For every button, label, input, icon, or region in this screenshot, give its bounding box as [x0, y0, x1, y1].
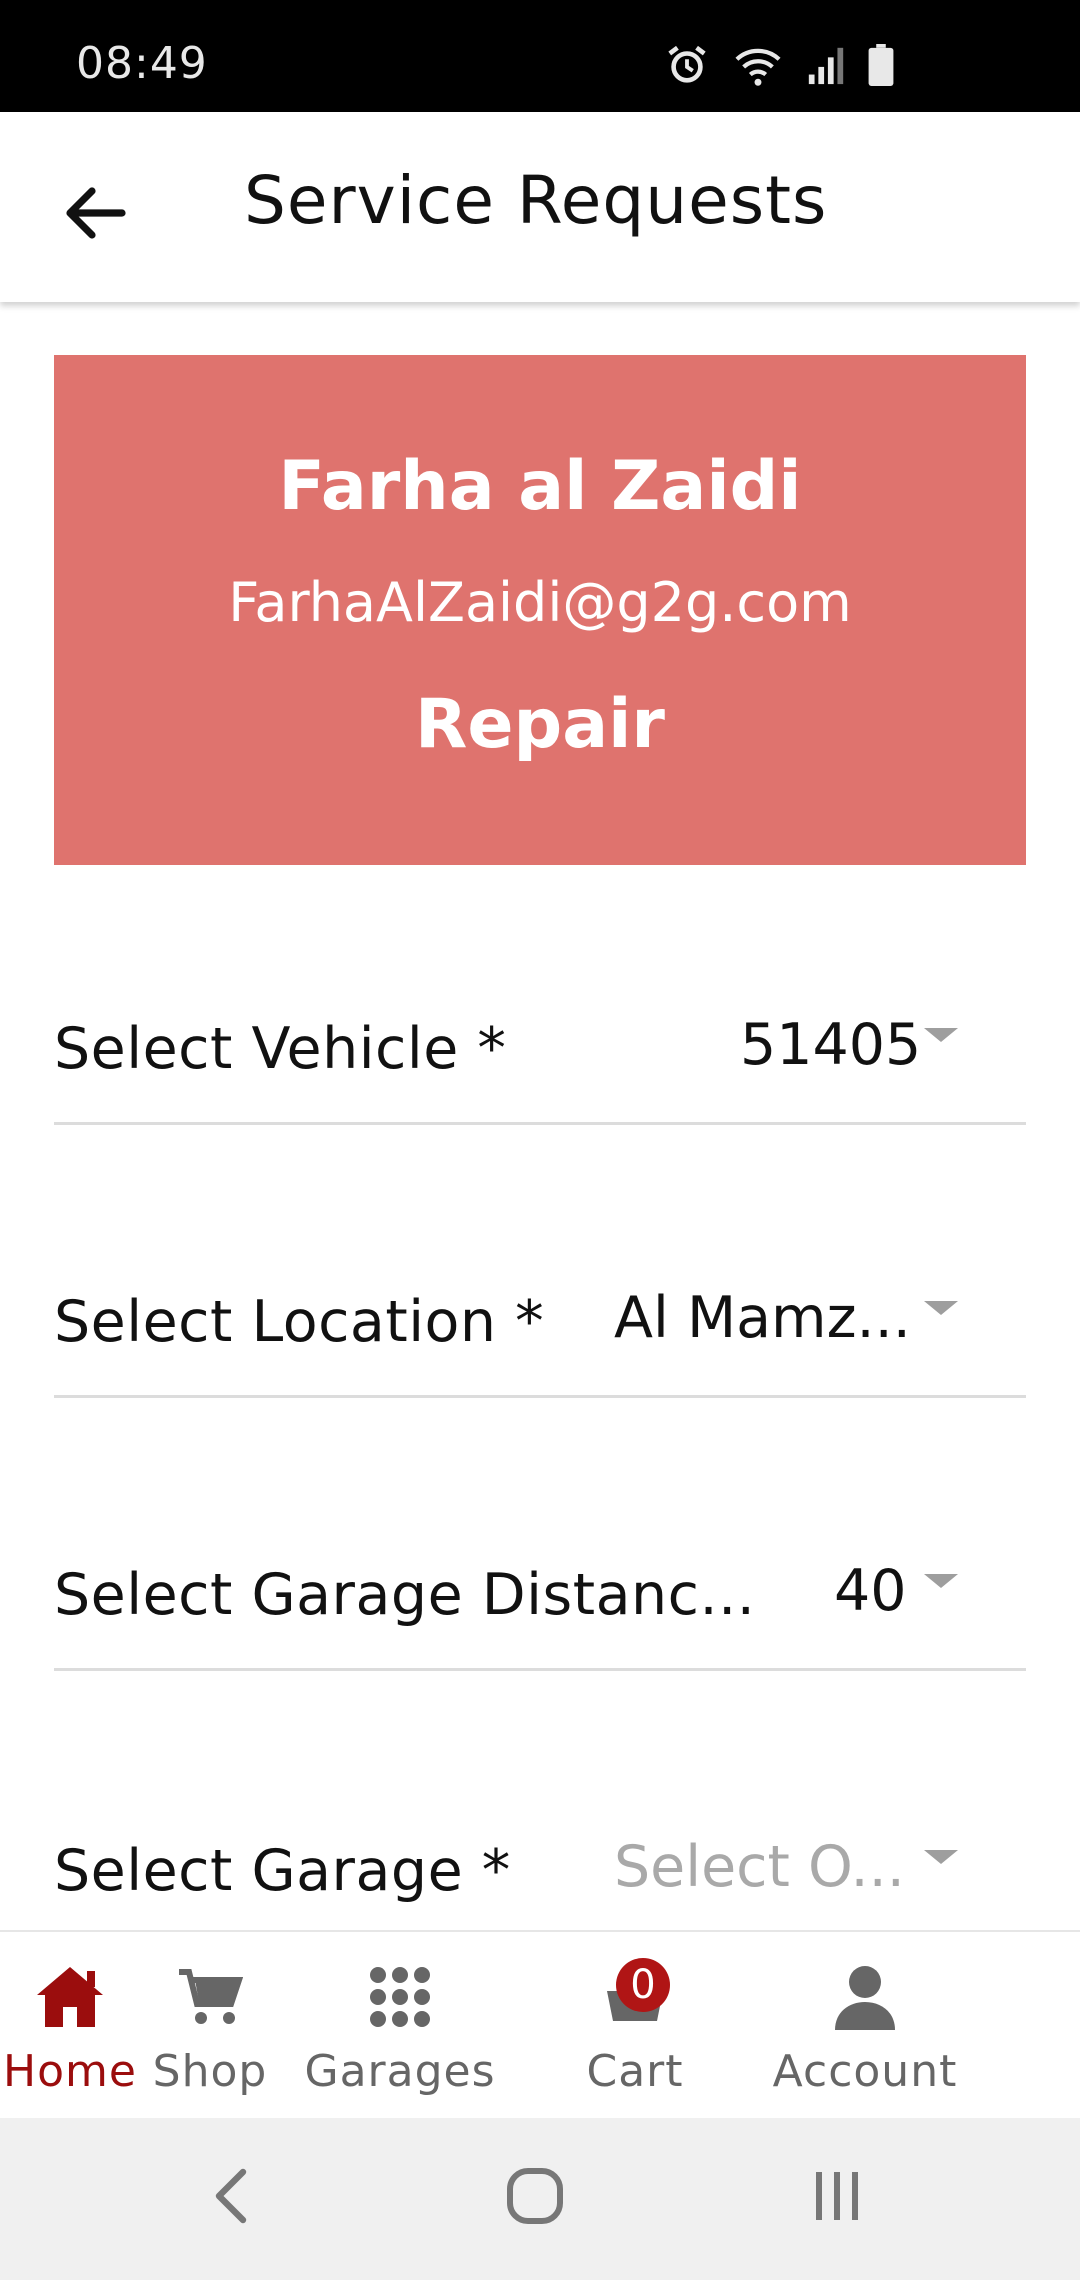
home-circle-icon	[506, 2167, 564, 2229]
chevron-down-icon	[924, 1850, 958, 1864]
back-button[interactable]	[50, 170, 140, 260]
grid-dots-icon	[368, 1958, 432, 2036]
nav-garages[interactable]: Garages	[280, 1932, 520, 2118]
nav-cart-label: Cart	[586, 2046, 684, 2097]
location-select[interactable]: Select Location * Al Mamz...	[54, 1248, 1026, 1398]
battery-icon	[868, 44, 894, 86]
back-icon	[213, 2168, 249, 2228]
status-bar: 08:49	[0, 0, 1080, 112]
arrow-left-icon	[64, 185, 126, 245]
status-icons	[664, 42, 894, 88]
location-label: Select Location *	[54, 1289, 545, 1355]
cart-badge: 0	[616, 1958, 670, 2012]
nav-account[interactable]: Account	[750, 1932, 980, 2118]
vehicle-value: 51405	[740, 1012, 922, 1078]
alarm-icon	[664, 42, 710, 88]
garage-select[interactable]: Select Garage * Select O...	[54, 1794, 1026, 1944]
system-recents-button[interactable]	[792, 2158, 882, 2238]
location-value: Al Mamz...	[614, 1285, 911, 1351]
nav-cart[interactable]: 0 Cart	[520, 1932, 750, 2118]
home-icon	[33, 1958, 107, 2036]
system-home-button[interactable]	[490, 2158, 580, 2238]
shopping-cart-icon	[177, 1958, 243, 2036]
garage-distance-select[interactable]: Select Garage Distanc... 40	[54, 1521, 1026, 1671]
page-title: Service Requests	[244, 162, 828, 239]
customer-name: Farha al Zaidi	[278, 447, 802, 526]
garage-label: Select Garage *	[54, 1838, 511, 1904]
status-time: 08:49	[76, 38, 208, 89]
nav-shop[interactable]: Shop	[140, 1932, 280, 2118]
app-bar: Service Requests	[0, 112, 1080, 302]
chevron-down-icon	[924, 1301, 958, 1315]
service-type: Repair	[415, 685, 665, 764]
chevron-down-icon	[924, 1028, 958, 1042]
person-icon	[833, 1958, 897, 2036]
recents-icon	[812, 2170, 862, 2226]
signal-icon	[806, 44, 846, 86]
customer-banner: Farha al Zaidi FarhaAlZaidi@g2g.com Repa…	[54, 355, 1026, 865]
nav-home-label: Home	[3, 2046, 137, 2097]
nav-shop-label: Shop	[152, 2046, 268, 2097]
garage-distance-label: Select Garage Distanc...	[54, 1562, 756, 1628]
garage-distance-value: 40	[834, 1558, 907, 1624]
vehicle-select[interactable]: Select Vehicle * 51405	[54, 975, 1026, 1125]
system-nav-bar	[0, 2118, 1080, 2280]
system-back-button[interactable]	[186, 2158, 276, 2238]
garage-placeholder: Select O...	[614, 1834, 905, 1900]
nav-home[interactable]: Home	[0, 1932, 140, 2118]
nav-account-label: Account	[772, 2046, 958, 2097]
vehicle-label: Select Vehicle *	[54, 1016, 507, 1082]
bottom-nav: Home Shop Garages 0 Cart Account	[0, 1930, 1080, 2118]
wifi-icon	[732, 42, 784, 88]
nav-garages-label: Garages	[304, 2046, 496, 2097]
chevron-down-icon	[924, 1574, 958, 1588]
customer-email: FarhaAlZaidi@g2g.com	[228, 571, 852, 634]
